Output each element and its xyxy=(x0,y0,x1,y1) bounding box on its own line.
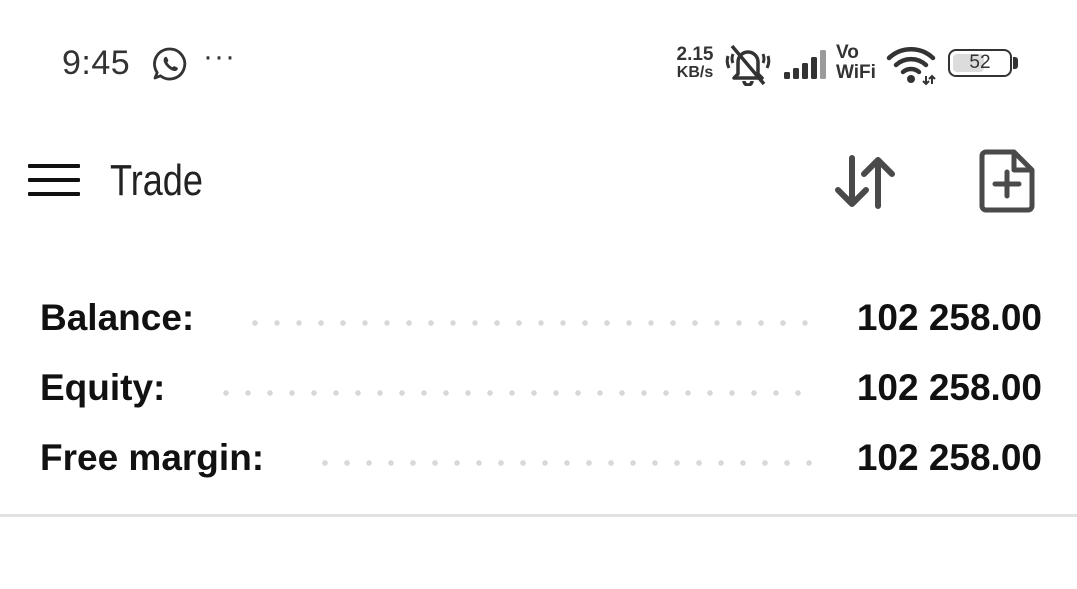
vowifi-top: Vo xyxy=(836,42,859,63)
equity-value: 102 258.00 xyxy=(856,367,1042,408)
free-margin-label: Free margin: xyxy=(40,437,265,478)
bell-off-icon xyxy=(725,44,771,86)
whatsapp-icon xyxy=(153,47,187,81)
battery-tip xyxy=(1013,57,1018,69)
status-time: 9:45 xyxy=(62,44,131,82)
page-title: Trade xyxy=(110,156,203,205)
status-bar: 9:45 ··· 2.15 KB/s Vo WiFi 52 xyxy=(0,0,1077,128)
menu-line xyxy=(28,178,80,182)
balance-value: 102 258.00 xyxy=(856,297,1042,338)
equity-row: Equity: 102 258.00 xyxy=(40,363,1042,413)
cell-signal-icon xyxy=(784,50,826,79)
free-margin-value: 102 258.00 xyxy=(856,437,1042,478)
more-notifications-icon: ··· xyxy=(203,40,236,73)
equity-label: Equity: xyxy=(40,367,166,408)
balance-label: Balance: xyxy=(40,297,195,338)
network-speed-value: 2.15 xyxy=(676,44,714,65)
battery-icon: 52 xyxy=(948,49,1012,77)
wifi-icon xyxy=(886,47,936,86)
balance-row: Balance: 102 258.00 xyxy=(40,293,1042,343)
network-speed-unit: KB/s xyxy=(676,64,714,81)
menu-line xyxy=(28,192,80,196)
leader-dots xyxy=(244,320,817,326)
vowifi-indicator: Vo WiFi xyxy=(836,43,876,83)
divider xyxy=(0,514,1077,517)
leader-dots xyxy=(314,460,817,466)
free-margin-row: Free margin: 102 258.00 xyxy=(40,433,1042,483)
menu-line xyxy=(28,164,80,168)
network-speed: 2.15 KB/s xyxy=(672,44,718,82)
sort-arrows-icon[interactable] xyxy=(830,150,900,214)
app-bar: Trade xyxy=(0,128,1077,238)
battery-level: 52 xyxy=(969,52,991,73)
leader-dots xyxy=(215,390,817,396)
vowifi-bottom: WiFi xyxy=(836,62,876,83)
new-order-file-plus-icon[interactable] xyxy=(976,148,1038,214)
hamburger-menu-icon[interactable] xyxy=(28,164,80,204)
